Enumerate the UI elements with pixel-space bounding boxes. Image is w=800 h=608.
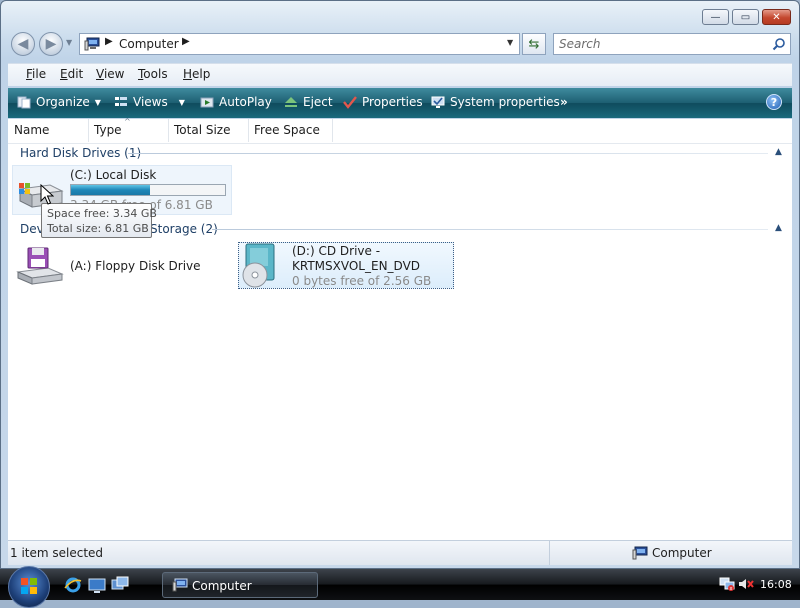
sort-ascending-icon: ^ (124, 117, 131, 126)
help-button[interactable]: ? (766, 94, 782, 110)
network-warning-icon[interactable]: x (719, 577, 735, 591)
drive-c-usage-fill (71, 185, 150, 195)
back-button[interactable]: ◀ (11, 32, 35, 56)
views-button[interactable]: Views ▼ (114, 95, 185, 109)
chevron-down-icon: ▼ (94, 97, 101, 107)
help-icon: ? (770, 95, 778, 109)
address-bar[interactable]: ▶ Computer ▶ ▼ (79, 33, 520, 55)
views-icon (115, 97, 127, 106)
column-header: Name Type ^ Total Size Free Space (8, 117, 792, 144)
group-removable-storage-count[interactable]: Storage (2) (150, 222, 218, 236)
eject-button[interactable]: Eject (284, 95, 333, 109)
refresh-button[interactable]: ⇆ (522, 33, 546, 55)
tooltip-space-free: Space free: 3.34 GB (47, 207, 157, 220)
computer-icon (84, 37, 100, 51)
breadcrumb-chevron-icon[interactable]: ▶ (182, 36, 190, 47)
floppy-drive-icon (16, 247, 64, 285)
switch-windows-icon[interactable] (111, 576, 129, 594)
show-desktop-icon[interactable] (88, 576, 106, 594)
column-divider[interactable] (88, 119, 89, 142)
arrow-left-icon: ◀ (17, 36, 29, 52)
collapse-group-icon[interactable]: ▲ (775, 147, 782, 157)
computer-icon (172, 578, 188, 592)
system-properties-button[interactable]: System properties (431, 95, 560, 109)
taskbar-item-label: Computer (192, 579, 252, 593)
group-divider (128, 153, 768, 154)
windows-logo-icon (21, 578, 37, 594)
tooltip-total-size: Total size: 6.81 GB (47, 222, 149, 235)
drive-d-label-line1: (D:) CD Drive - (292, 244, 381, 258)
menu-file[interactable]: File (26, 67, 46, 81)
search-input[interactable]: Search (553, 33, 791, 55)
column-free-space[interactable]: Free Space (254, 123, 320, 137)
breadcrumb-computer[interactable]: Computer (119, 37, 179, 51)
minimize-button[interactable]: — (702, 9, 729, 25)
autoplay-button[interactable]: AutoPlay (200, 95, 272, 109)
column-divider[interactable] (248, 119, 249, 142)
more-commands-button[interactable]: » (560, 95, 568, 109)
internet-explorer-icon[interactable] (64, 576, 82, 594)
menu-bar: File Edit View Tools Help (8, 63, 792, 86)
status-selection-text: 1 item selected (10, 546, 104, 560)
checkmark-icon (343, 96, 357, 109)
drive-c-usage-bar (70, 184, 226, 196)
menu-view[interactable]: View (96, 67, 124, 81)
volume-muted-icon[interactable] (738, 577, 754, 591)
search-placeholder: Search (559, 37, 601, 51)
recent-pages-dropdown[interactable]: ▼ (66, 38, 72, 47)
organize-icon (17, 96, 31, 109)
drive-a-label[interactable]: (A:) Floppy Disk Drive (70, 259, 201, 273)
breadcrumb-separator-icon[interactable]: ▶ (105, 36, 113, 47)
column-total-size[interactable]: Total Size (174, 123, 230, 137)
maximize-button[interactable]: ▭ (732, 9, 759, 25)
chevron-down-icon: ▼ (178, 97, 185, 107)
status-location-text: Computer (652, 546, 712, 560)
computer-icon (632, 546, 648, 560)
forward-button[interactable]: ▶ (39, 32, 63, 56)
column-name[interactable]: Name (14, 123, 49, 137)
close-button[interactable]: ✕ (762, 9, 791, 25)
drive-c-label: (C:) Local Disk (70, 168, 157, 182)
status-divider (549, 541, 550, 565)
refresh-icon: ⇆ (528, 36, 540, 52)
mouse-cursor-icon (40, 184, 54, 205)
drive-d-free-text: 0 bytes free of 2.56 GB (292, 274, 432, 288)
svg-text:x: x (730, 586, 733, 591)
group-divider (212, 229, 768, 230)
collapse-group-icon[interactable]: ▲ (775, 223, 782, 233)
search-icon[interactable] (772, 37, 786, 51)
drive-d-label-line2: KRTMSXVOL_EN_DVD (292, 259, 421, 273)
organize-button[interactable]: Organize ▼ (17, 95, 101, 109)
address-dropdown-icon[interactable]: ▼ (507, 38, 513, 47)
dvd-drive-icon (242, 243, 275, 288)
clock[interactable]: 16:08 (760, 578, 792, 591)
column-divider[interactable] (332, 119, 333, 142)
column-type[interactable]: Type (94, 123, 122, 137)
command-bar: Organize ▼ Views ▼ AutoPlay Eject Proper… (8, 88, 792, 118)
properties-button[interactable]: Properties (343, 95, 423, 109)
taskbar-item-computer[interactable]: Computer (162, 572, 318, 598)
status-bar: 1 item selected Computer (8, 540, 792, 565)
eject-icon (285, 97, 297, 107)
group-hard-disk-drives[interactable]: Hard Disk Drives (1) (20, 146, 141, 160)
system-properties-icon (431, 96, 445, 108)
arrow-right-icon: ▶ (45, 36, 57, 52)
menu-tools[interactable]: Tools (138, 67, 168, 81)
autoplay-icon (200, 97, 214, 108)
start-button[interactable] (8, 566, 50, 608)
column-divider[interactable] (168, 119, 169, 142)
menu-edit[interactable]: Edit (60, 67, 83, 81)
drive-tooltip: Space free: 3.34 GB Total size: 6.81 GB (41, 203, 157, 238)
menu-help[interactable]: Help (183, 67, 210, 81)
